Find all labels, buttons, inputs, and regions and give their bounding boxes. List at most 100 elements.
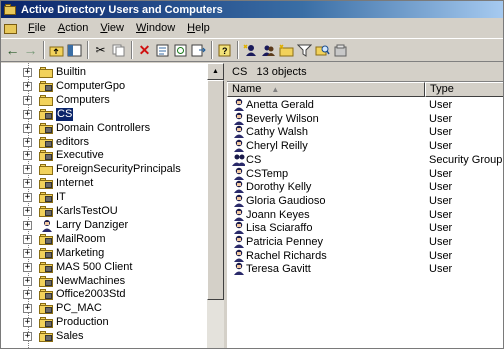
cell-name: Dorothy Kelly bbox=[246, 180, 312, 193]
expand-icon[interactable]: + bbox=[23, 193, 32, 202]
help-icon[interactable]: ? bbox=[216, 41, 233, 59]
ou-folder-icon bbox=[39, 81, 53, 92]
menu-help[interactable]: Help bbox=[181, 19, 216, 37]
delete-icon[interactable]: ✕ bbox=[136, 41, 153, 59]
expand-icon[interactable]: + bbox=[23, 151, 32, 160]
ou-folder-icon bbox=[39, 123, 53, 134]
tree-vertical-scrollbar[interactable]: ▲ bbox=[207, 63, 224, 348]
scroll-thumb[interactable] bbox=[207, 80, 224, 300]
refresh-icon[interactable] bbox=[172, 41, 189, 59]
filter-icon[interactable] bbox=[296, 41, 313, 59]
list-item[interactable]: Patricia Penney User bbox=[227, 235, 503, 249]
system-menu-icon[interactable] bbox=[3, 21, 19, 35]
list-item[interactable]: Joann Keyes User bbox=[227, 208, 503, 222]
tree-item[interactable]: + NewMachines bbox=[1, 275, 207, 289]
list-item[interactable]: Teresa Gavitt User bbox=[227, 262, 503, 276]
tree-item-label: NewMachines bbox=[56, 275, 126, 287]
list-item[interactable]: Anetta Gerald User bbox=[227, 98, 503, 112]
add-to-group-icon[interactable] bbox=[332, 41, 349, 59]
column-header-name[interactable]: Name ▲ bbox=[227, 82, 425, 97]
tree-item[interactable]: + IT bbox=[1, 191, 207, 205]
tree-item[interactable]: + KarlsTestOU bbox=[1, 205, 207, 219]
toolbar: ← → ✂ ✕ ? bbox=[1, 38, 503, 62]
tree-item[interactable]: + Sales bbox=[1, 330, 207, 344]
expand-icon[interactable]: + bbox=[23, 277, 32, 286]
new-ou-icon[interactable] bbox=[278, 41, 295, 59]
cell-name: Beverly Wilson bbox=[246, 112, 319, 125]
tree-item[interactable]: + Marketing bbox=[1, 247, 207, 261]
expand-icon[interactable]: + bbox=[23, 82, 32, 91]
new-group-icon[interactable] bbox=[260, 41, 277, 59]
tree-item[interactable]: + Larry Danziger bbox=[1, 219, 207, 233]
cell-type: User bbox=[429, 262, 453, 275]
list-item[interactable]: Gloria Gaudioso User bbox=[227, 194, 503, 208]
expand-icon[interactable]: + bbox=[23, 332, 32, 341]
new-user-icon[interactable] bbox=[242, 41, 259, 59]
copy-icon[interactable] bbox=[110, 41, 127, 59]
list-item[interactable]: Cathy Walsh User bbox=[227, 125, 503, 139]
up-folder-icon[interactable] bbox=[48, 41, 65, 59]
tree-item[interactable]: + Domain Controllers bbox=[1, 122, 207, 136]
menu-file[interactable]: File bbox=[22, 19, 52, 37]
show-tree-icon[interactable] bbox=[66, 41, 83, 59]
tree-item[interactable]: + MailRoom bbox=[1, 233, 207, 247]
cut-icon[interactable]: ✂ bbox=[92, 41, 109, 59]
forward-arrow-icon[interactable]: → bbox=[22, 41, 39, 59]
ou-folder-icon bbox=[39, 317, 53, 328]
back-arrow-icon[interactable]: ← bbox=[4, 41, 21, 59]
app-window: Active Directory Users and Computers Fil… bbox=[0, 0, 504, 349]
column-header-type[interactable]: Type bbox=[425, 82, 503, 97]
scroll-up-button[interactable]: ▲ bbox=[207, 63, 224, 80]
expand-icon[interactable]: + bbox=[23, 318, 32, 327]
tree-item[interactable]: + Internet bbox=[1, 177, 207, 191]
tree-item[interactable]: + PC_MAC bbox=[1, 302, 207, 316]
menu-window[interactable]: Window bbox=[130, 19, 181, 37]
expand-icon[interactable]: + bbox=[23, 304, 32, 313]
tree-item-label: Internet bbox=[56, 177, 94, 189]
expand-icon[interactable]: + bbox=[23, 96, 32, 105]
cell-name: CS bbox=[246, 153, 262, 166]
menu-action[interactable]: Action bbox=[52, 19, 95, 37]
list-item[interactable]: Rachel Richards User bbox=[227, 249, 503, 263]
title-bar[interactable]: Active Directory Users and Computers bbox=[1, 1, 503, 18]
tree-item[interactable]: + Executive bbox=[1, 149, 207, 163]
expand-icon[interactable]: + bbox=[23, 179, 32, 188]
properties-icon[interactable] bbox=[154, 41, 171, 59]
tree-pane[interactable]: + Builtin + ComputerGpo + Computers + CS + Domain… bbox=[1, 63, 224, 348]
list-item[interactable]: Dorothy Kelly User bbox=[227, 180, 503, 194]
expand-icon[interactable]: + bbox=[23, 110, 32, 119]
tree-item-label: Computers bbox=[56, 94, 110, 106]
menu-view[interactable]: View bbox=[94, 19, 130, 37]
export-list-icon[interactable] bbox=[190, 41, 207, 59]
expand-icon[interactable]: + bbox=[23, 124, 32, 133]
expand-icon[interactable]: + bbox=[23, 263, 32, 272]
list-item[interactable]: Cheryl Reilly User bbox=[227, 139, 503, 153]
expand-icon[interactable]: + bbox=[23, 249, 32, 258]
tree-item[interactable]: + editors bbox=[1, 136, 207, 150]
tree-item[interactable]: + Computers bbox=[1, 94, 207, 108]
user-icon bbox=[234, 249, 244, 262]
cell-name: Joann Keyes bbox=[246, 208, 310, 221]
tree-item[interactable]: + Builtin bbox=[1, 66, 207, 80]
tree-item[interactable]: + ComputerGpo bbox=[1, 80, 207, 94]
expand-icon[interactable]: + bbox=[23, 165, 32, 174]
tree-item[interactable]: + Production bbox=[1, 316, 207, 330]
list-item[interactable]: CSTemp User bbox=[227, 167, 503, 181]
expand-icon[interactable]: + bbox=[23, 221, 32, 230]
tree-item[interactable]: + MAS 500 Client bbox=[1, 261, 207, 275]
list-item[interactable]: Lisa Sciaraffo User bbox=[227, 221, 503, 235]
list-item[interactable]: CS Security Group ... bbox=[227, 153, 503, 167]
tree-item-label: editors bbox=[56, 136, 90, 148]
container-folder-icon bbox=[39, 67, 53, 78]
expand-icon[interactable]: + bbox=[23, 207, 32, 216]
find-icon[interactable] bbox=[314, 41, 331, 59]
cell-type: User bbox=[429, 208, 453, 221]
expand-icon[interactable]: + bbox=[23, 290, 32, 299]
expand-icon[interactable]: + bbox=[23, 68, 32, 77]
tree-item[interactable]: + CS bbox=[1, 107, 207, 122]
tree-item[interactable]: + Office2003Std bbox=[1, 288, 207, 302]
list-item[interactable]: Beverly Wilson User bbox=[227, 112, 503, 126]
expand-icon[interactable]: + bbox=[23, 138, 32, 147]
tree-item[interactable]: + ForeignSecurityPrincipals bbox=[1, 163, 207, 177]
expand-icon[interactable]: + bbox=[23, 235, 32, 244]
